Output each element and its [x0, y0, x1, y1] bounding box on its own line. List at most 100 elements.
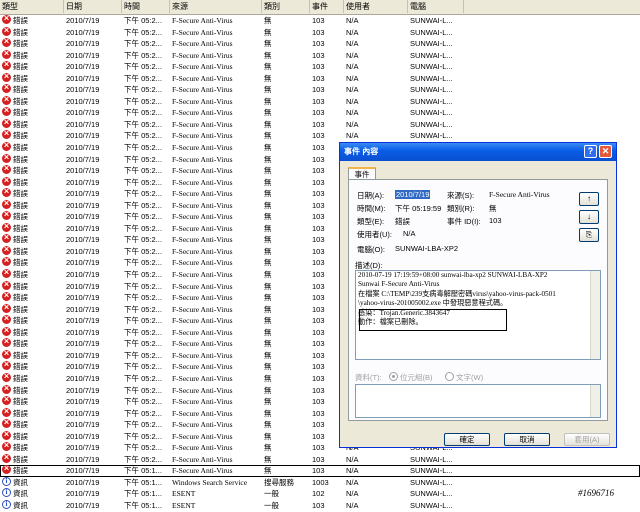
cell-text: 無 [264, 16, 272, 25]
table-row[interactable]: 錯誤 2010/7/19 下午 05:2... F-Secure Anti-Virus… [0, 95, 640, 108]
table-row[interactable]: 錯誤 2010/7/19 下午 05:1... F-Secure Anti-Virus… [0, 465, 640, 477]
description-textbox[interactable]: 2010-07-19 17:19:59+08:00 sunwai-lba-xp2… [355, 270, 601, 360]
cell-date: 2010/7/19 [66, 38, 122, 50]
description-scrollbar[interactable] [590, 271, 600, 359]
cell-date: 2010/7/19 [66, 408, 122, 420]
table-row[interactable]: 資訊 2010/7/19 下午 05:1... ESENT 一般 103 N/A SUNWAI… [0, 499, 640, 512]
cell-text: 下午 05:2... [124, 223, 162, 233]
cell-text: 2010/7/19 [66, 293, 100, 303]
cell-text: 2010/7/19 [66, 212, 100, 222]
table-row[interactable]: 錯誤 2010/7/19 下午 05:2... F-Secure Anti-Virus… [0, 49, 640, 62]
table-row[interactable]: 錯誤 2010/7/19 下午 05:2... F-Secure Anti-Virus… [0, 61, 640, 73]
cell-type: 錯誤 [2, 95, 64, 108]
cell-text: F-Secure Anti-Virus [172, 270, 233, 280]
cell-text: SUNWAI-L... [410, 16, 453, 25]
cell-text: N/A [346, 39, 359, 49]
table-row[interactable]: 錯誤 2010/7/19 下午 05:2... F-Secure Anti-Virus… [0, 130, 640, 142]
data-scrollbar[interactable] [590, 385, 600, 417]
cell-text: 無 [264, 350, 272, 360]
table-row[interactable]: 資訊 2010/7/19 下午 05:1... ESENT 一般 102 N/A SUNWAI… [0, 488, 640, 500]
cell-time: 下午 05:2... [124, 431, 170, 443]
table-row[interactable]: 錯誤 2010/7/19 下午 05:2... F-Secure Anti-Virus… [0, 107, 640, 119]
table-row[interactable]: 錯誤 2010/7/19 下午 05:2... F-Secure Anti-Virus… [0, 38, 640, 50]
cell-text: 無 [264, 62, 272, 72]
cell-text: 下午 05:2... [124, 339, 162, 349]
cell-date: 2010/7/19 [66, 373, 122, 385]
table-row[interactable]: 錯誤 2010/7/19 下午 05:2... F-Secure Anti-Virus… [0, 72, 640, 85]
cell-text: SUNWAI-L... [410, 500, 453, 510]
column-header-date[interactable]: 日期 [64, 0, 122, 13]
cell-time: 下午 05:1... [124, 477, 170, 489]
error-icon [2, 49, 11, 59]
cell-text: 錯誤 [13, 62, 28, 72]
cell-type: 資訊 [2, 499, 64, 512]
column-header-event[interactable]: 事件 [310, 0, 344, 13]
cell-text: 錯誤 [13, 200, 28, 210]
cell-text: 無 [264, 258, 272, 268]
error-icon [2, 303, 11, 313]
cell-source: F-Secure Anti-Virus [172, 234, 262, 246]
radio-bytes-icon [389, 372, 398, 381]
column-header-source[interactable]: 來源 [170, 0, 262, 13]
previous-event-button[interactable]: ↑ [579, 192, 599, 206]
cell-text: F-Secure Anti-Virus [172, 212, 233, 222]
description-line: 2010-07-19 17:19:59+08:00 sunwai-lba-xp2… [358, 271, 548, 279]
next-event-button[interactable]: ↓ [579, 210, 599, 224]
cell-text: 無 [264, 177, 272, 187]
cell-computer: SUNWAI-L... [410, 454, 464, 466]
cell-text: 錯誤 [13, 431, 28, 441]
cell-text: F-Secure Anti-Virus [172, 454, 233, 464]
cell-text: 無 [264, 316, 272, 326]
table-row[interactable]: 錯誤 2010/7/19 下午 05:2... F-Secure Anti-Virus… [0, 84, 640, 96]
column-header-time[interactable]: 時間 [122, 0, 170, 13]
copy-button[interactable]: ⎘ [579, 228, 599, 242]
column-header-category[interactable]: 類別 [262, 0, 310, 13]
error-icon [2, 176, 11, 186]
cell-text: 錯誤 [13, 143, 28, 153]
cell-text: 錯誤 [13, 235, 28, 245]
radio-bytes[interactable]: 位元組(B) [389, 372, 433, 383]
cell-time: 下午 05:1... [124, 465, 170, 477]
cell-date: 2010/7/19 [66, 338, 122, 350]
column-header-computer[interactable]: 電腦 [408, 0, 464, 13]
cell-text: SUNWAI-L... [410, 454, 453, 464]
cell-text: 無 [264, 454, 272, 464]
error-icon [2, 165, 11, 175]
cell-event: 103 [312, 465, 344, 477]
cancel-button[interactable]: 取消 [504, 433, 550, 446]
column-header-type[interactable]: 類型 [0, 0, 64, 13]
table-row[interactable]: 資訊 2010/7/19 下午 05:1... Windows Search Serv… [0, 476, 640, 489]
radio-words[interactable]: 文字(W) [445, 372, 483, 383]
cell-user: N/A [346, 84, 406, 96]
cell-text: 下午 05:2... [124, 39, 162, 49]
close-button[interactable]: ✕ [599, 145, 612, 158]
cell-computer: SUNWAI-L... [410, 73, 464, 85]
cell-type: 錯誤 [2, 165, 64, 177]
cell-text: 2010/7/19 [66, 316, 100, 326]
table-row[interactable]: 錯誤 2010/7/19 下午 05:2... F-Secure Anti-Virus… [0, 118, 640, 131]
cell-date: 2010/7/19 [66, 292, 122, 304]
ok-button[interactable]: 確定 [444, 433, 490, 446]
cell-text: 2010/7/19 [66, 270, 100, 280]
cell-text: 無 [264, 293, 272, 303]
table-row[interactable]: 錯誤 2010/7/19 下午 05:2... F-Secure Anti-Virus… [0, 453, 640, 466]
cell-text: F-Secure Anti-Virus [172, 339, 233, 349]
description-line: Sunwai F-Secure Anti-Virus [358, 280, 440, 289]
cell-text: 103 [312, 246, 325, 256]
help-button[interactable]: ? [584, 145, 597, 158]
cell-date: 2010/7/19 [66, 107, 122, 119]
cell-text: F-Secure Anti-Virus [172, 420, 233, 430]
cell-date: 2010/7/19 [66, 27, 122, 39]
cell-text: F-Secure Anti-Virus [172, 131, 233, 141]
table-row[interactable]: 錯誤 2010/7/19 下午 05:2... F-Secure Anti-Virus… [0, 15, 640, 27]
cell-text: F-Secure Anti-Virus [172, 385, 233, 395]
cell-type: 錯誤 [2, 372, 64, 385]
data-textbox[interactable] [355, 384, 601, 418]
cell-text: N/A [346, 27, 359, 37]
date-value[interactable]: 2010/7/19 [395, 190, 431, 199]
apply-button[interactable]: 套用(A) [564, 433, 610, 446]
column-header-user[interactable]: 使用者 [344, 0, 408, 13]
cell-time: 下午 05:2... [124, 292, 170, 304]
table-row[interactable]: 錯誤 2010/7/19 下午 05:2... F-Secure Anti-Virus… [0, 26, 640, 39]
source-label: 來源(S): [447, 191, 475, 200]
